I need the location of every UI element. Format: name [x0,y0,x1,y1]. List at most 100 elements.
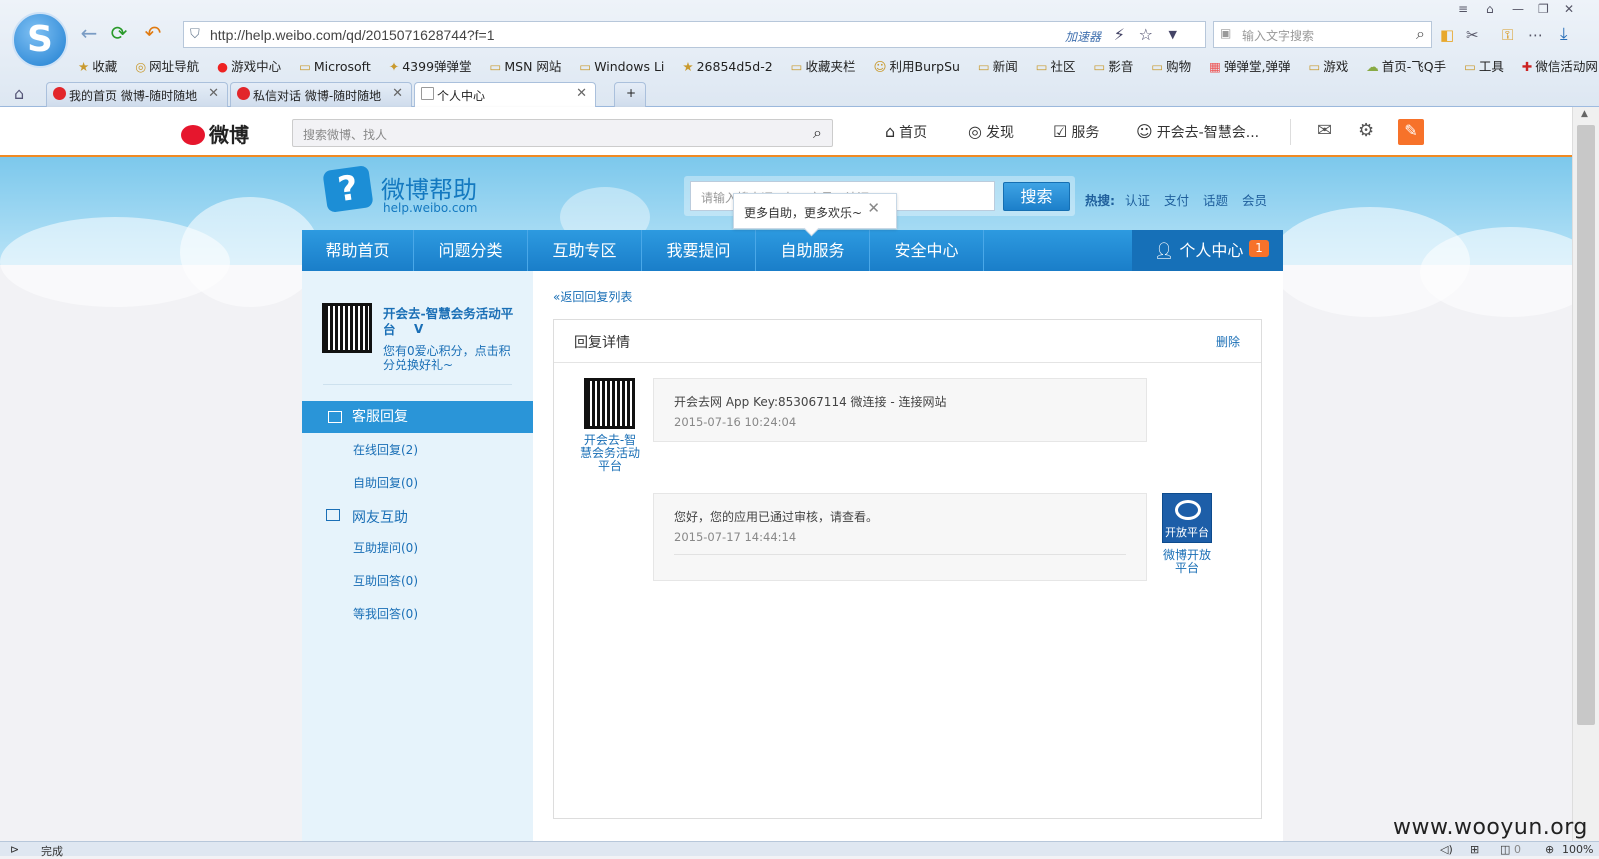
nav-ask-question[interactable]: 我要提问 [642,230,756,271]
scrollbar-thumb[interactable] [1577,125,1595,725]
bookmark-item[interactable]: ▭ 影音 [1094,56,1134,75]
menu-icon[interactable]: ≡ [1458,2,1468,16]
section-user-help[interactable]: 网友互助 [326,507,408,527]
search-icon[interactable]: ⌕ [813,123,822,143]
home-icon[interactable]: ⌂ [14,84,24,103]
sidebar-item-mutual-ask[interactable]: 互助提问(0) [353,539,418,556]
star-icon[interactable]: ☆ [1139,25,1153,44]
bookmark-item[interactable]: ▭ Windows Li [579,59,664,74]
restore-icon[interactable]: ❐ [1538,2,1549,16]
download-icon[interactable]: ⤓ [1560,24,1568,44]
undo-icon[interactable]: ↶ [140,22,166,46]
browser-search-input[interactable]: 输入文字搜索 [1242,27,1314,44]
nav-user-center[interactable]: 👤︎ 个人中心 1 [1132,230,1283,271]
bookmark-item[interactable]: ▭ 工具 [1464,56,1504,75]
bookmark-item[interactable]: ● 游戏中心 [217,56,281,75]
nav-user[interactable]: ☺ 开会去-智慧会... [1136,122,1259,142]
zoom-icon[interactable]: ⊕ [1545,843,1554,856]
hot-item[interactable]: 话题 [1203,193,1228,208]
bookmark-item[interactable]: ★ 收藏 [78,56,117,75]
nav-home[interactable]: ⌂ 首页 [885,122,927,142]
bookmark-item[interactable]: ☁ 首页-飞Q手 [1366,56,1446,75]
bookmark-item[interactable]: ▦ 弹弹堂,弹弹 [1209,56,1290,75]
vertical-scrollbar[interactable]: ▲ [1572,107,1599,842]
address-url[interactable]: http://help.weibo.com/qd/2015071628744?f… [210,27,495,43]
lightning-icon[interactable]: ⚡ [1114,25,1125,44]
profile-qr-avatar[interactable] [322,303,372,353]
bookmark-item[interactable]: ▭ 社区 [1036,56,1076,75]
new-tab-button[interactable]: + [614,82,646,107]
bookmark-item[interactable]: ★ 26854d5d-2 [682,59,772,74]
section-customer-reply[interactable]: 客服回复 [302,401,533,433]
sidebar-item-mutual-answer[interactable]: 互助回答(0) [353,572,418,589]
weibo-search-input[interactable]: 搜索微博、找人 [303,126,387,143]
hot-searches: 热搜: 认证 支付 话题 会员 [1085,193,1267,208]
bookmark-item[interactable]: ◎ 网址导航 [135,56,199,75]
bookmark-item[interactable]: ▭ 收藏夹栏 [791,56,856,75]
message-user[interactable]: 微博开放平台 [1158,549,1216,575]
extension-icon[interactable]: ◧ [1440,26,1454,44]
user-icon: ☺ [1136,122,1153,141]
weibo-search[interactable]: 搜索微博、找人 ⌕ [292,119,833,147]
bookmark-item[interactable]: ✚ 微信活动网 [1522,56,1598,75]
speaker-icon[interactable]: ◁) [1440,843,1453,856]
accelerator-label[interactable]: 加速器 [1065,28,1101,45]
bookmark-item[interactable]: ☺ 利用BurpSu [873,56,959,75]
bookmark-item[interactable]: ▭ 购物 [1151,56,1191,75]
weibo-logo[interactable]: 微博 [181,119,249,148]
search-icon[interactable]: ⌕ [1416,24,1425,44]
nav-categories[interactable]: 问题分类 [414,230,528,271]
hot-item[interactable]: 支付 [1164,193,1189,208]
nav-self-service[interactable]: 自助服务 [756,230,870,271]
download-manager-icon[interactable]: ⊞ [1470,843,1479,856]
back-icon[interactable]: ← [76,22,102,46]
nav-security-center[interactable]: 安全中心 [870,230,984,271]
scissors-icon[interactable]: ✂ [1466,26,1479,44]
close-icon[interactable]: ✕ [867,199,880,217]
scroll-up-icon[interactable]: ▲ [1581,109,1588,119]
nav-help-home[interactable]: 帮助首页 [302,230,414,271]
key-icon[interactable]: ⚿ [1502,26,1513,44]
bookmark-item[interactable]: ▭ 游戏 [1308,56,1348,75]
bookmark-item[interactable]: ✦ 4399弹弹堂 [389,56,472,75]
tab-user-center[interactable]: 个人中心 ✕ [414,82,596,108]
tab-weibo-home[interactable]: 我的首页 微博-随时随地 ✕ [46,82,228,107]
hot-item[interactable]: 认证 [1125,193,1150,208]
bookmark-item[interactable]: ▭ MSN 网站 [490,56,562,75]
group-icon [326,509,340,521]
bookmark-item[interactable]: ▭ 新闻 [978,56,1018,75]
profile-name[interactable]: 开会去-智慧会务活动平台 [383,306,523,338]
address-bar[interactable]: ⛉ http://help.weibo.com/qd/2015071628744… [183,21,1206,48]
back-link[interactable]: «返回回复列表 [553,288,632,305]
nav-service[interactable]: ☑ 服务 [1053,122,1099,142]
status-icon[interactable]: ⊳ [10,843,19,856]
gear-icon[interactable]: ⚙ [1358,120,1374,141]
more-icon[interactable]: ⋯ [1528,26,1543,44]
nav-mutual-help[interactable]: 互助专区 [528,230,642,271]
minimize-icon[interactable]: — [1512,2,1524,16]
message-user[interactable]: 开会去-智慧会务活动平台 [580,434,640,473]
bookmark-item[interactable]: ▭ Microsoft [299,59,371,74]
avatar[interactable] [584,378,635,429]
shirt-icon[interactable]: ⌂ [1486,2,1494,16]
zoom-level[interactable]: 100% [1562,843,1593,856]
mail-icon[interactable]: ✉ [1317,120,1332,141]
hot-item[interactable]: 会员 [1242,193,1267,208]
delete-link[interactable]: 删除 [1216,333,1240,350]
nav-discover[interactable]: ◎ 发现 [968,122,1014,142]
compose-icon[interactable]: ✎ [1398,119,1424,145]
open-platform-avatar[interactable]: 开放平台 [1162,493,1212,543]
help-search-button[interactable]: 搜索 [1003,182,1070,211]
tab-close-icon[interactable]: ✕ [392,86,403,101]
tab-weibo-messages[interactable]: 私信对话 微博-随时随地 ✕ [230,82,412,107]
close-icon[interactable]: ✕ [1564,2,1574,16]
sidebar-item-waiting-answer[interactable]: 等我回答(0) [353,605,418,622]
refresh-icon[interactable]: ⟳ [106,22,132,46]
chevron-down-icon[interactable]: ▼ [1169,28,1177,41]
profile-points[interactable]: 您有0爱心积分，点击积分兑换好礼~ [383,344,518,372]
tab-close-icon[interactable]: ✕ [208,86,219,101]
sidebar-item-online-reply[interactable]: 在线回复(2) [353,441,418,458]
browser-search[interactable]: ▣ 输入文字搜索 ⌕ [1213,21,1432,48]
tab-close-icon[interactable]: ✕ [576,86,587,101]
sidebar-item-self-reply[interactable]: 自助回复(0) [353,474,418,491]
